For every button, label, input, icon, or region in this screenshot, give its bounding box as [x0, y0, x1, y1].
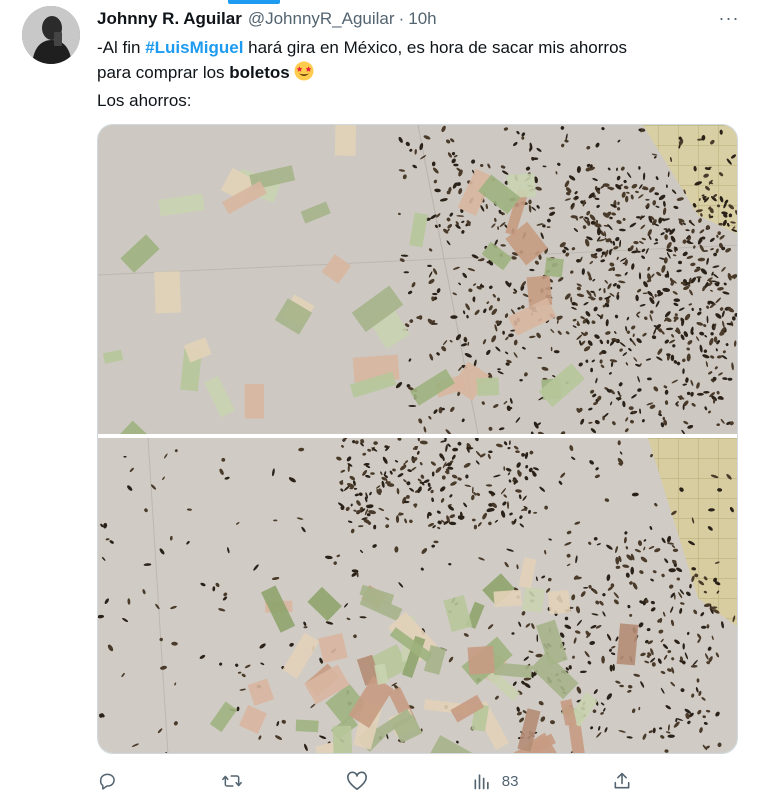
- hashtag-link[interactable]: #LuisMiguel: [145, 38, 243, 57]
- tweet-line-1: -Al fin #LuisMiguel hará gira en México,…: [97, 35, 737, 60]
- share-button[interactable]: [612, 771, 642, 791]
- text-segment: hará gira en México, es hora de sacar mi…: [243, 38, 628, 57]
- analytics-icon: [474, 774, 489, 790]
- more-icon: ···: [718, 7, 740, 28]
- media-grid: [97, 124, 738, 754]
- more-options-button[interactable]: ···: [714, 6, 744, 30]
- star-struck-emoji-icon: [294, 61, 314, 88]
- handle[interactable]: @JohnnyR_Aguilar: [248, 9, 395, 29]
- avatar[interactable]: [22, 6, 80, 64]
- separator-dot: ·: [398, 9, 405, 28]
- heart-icon: [347, 771, 368, 790]
- tweet: Johnny R. Aguilar @JohnnyR_Aguilar · 10h…: [0, 0, 768, 803]
- tweet-actions: 83: [97, 766, 642, 796]
- timestamp[interactable]: 10h: [408, 9, 436, 29]
- like-button[interactable]: [346, 771, 378, 791]
- retweet-button[interactable]: [221, 771, 253, 791]
- views-button[interactable]: 83: [472, 771, 519, 791]
- retweet-icon: [221, 775, 242, 787]
- share-icon: [614, 772, 630, 789]
- tweet-line-3: Los ahorros:: [97, 91, 192, 110]
- photo-2[interactable]: [98, 438, 737, 753]
- views-count: 83: [501, 772, 519, 790]
- tweet-header: Johnny R. Aguilar @JohnnyR_Aguilar · 10h: [97, 7, 437, 31]
- photo-money-pile-image: [98, 438, 737, 753]
- tweet-text: -Al fin #LuisMiguel hará gira en México,…: [97, 35, 737, 113]
- display-name[interactable]: Johnny R. Aguilar: [97, 9, 242, 29]
- selection-accent: [228, 0, 280, 4]
- reply-button[interactable]: [97, 771, 127, 791]
- photo-money-floor-image: [98, 125, 737, 434]
- text-segment: -Al fin: [97, 38, 146, 57]
- photo-1[interactable]: [98, 125, 737, 434]
- tweet-line-2: para comprar los boletos: [97, 60, 737, 88]
- reply-icon: [99, 773, 115, 790]
- text-segment: para comprar los: [97, 63, 230, 82]
- bold-text: boletos: [229, 63, 290, 82]
- user-avatar-icon: [22, 6, 80, 64]
